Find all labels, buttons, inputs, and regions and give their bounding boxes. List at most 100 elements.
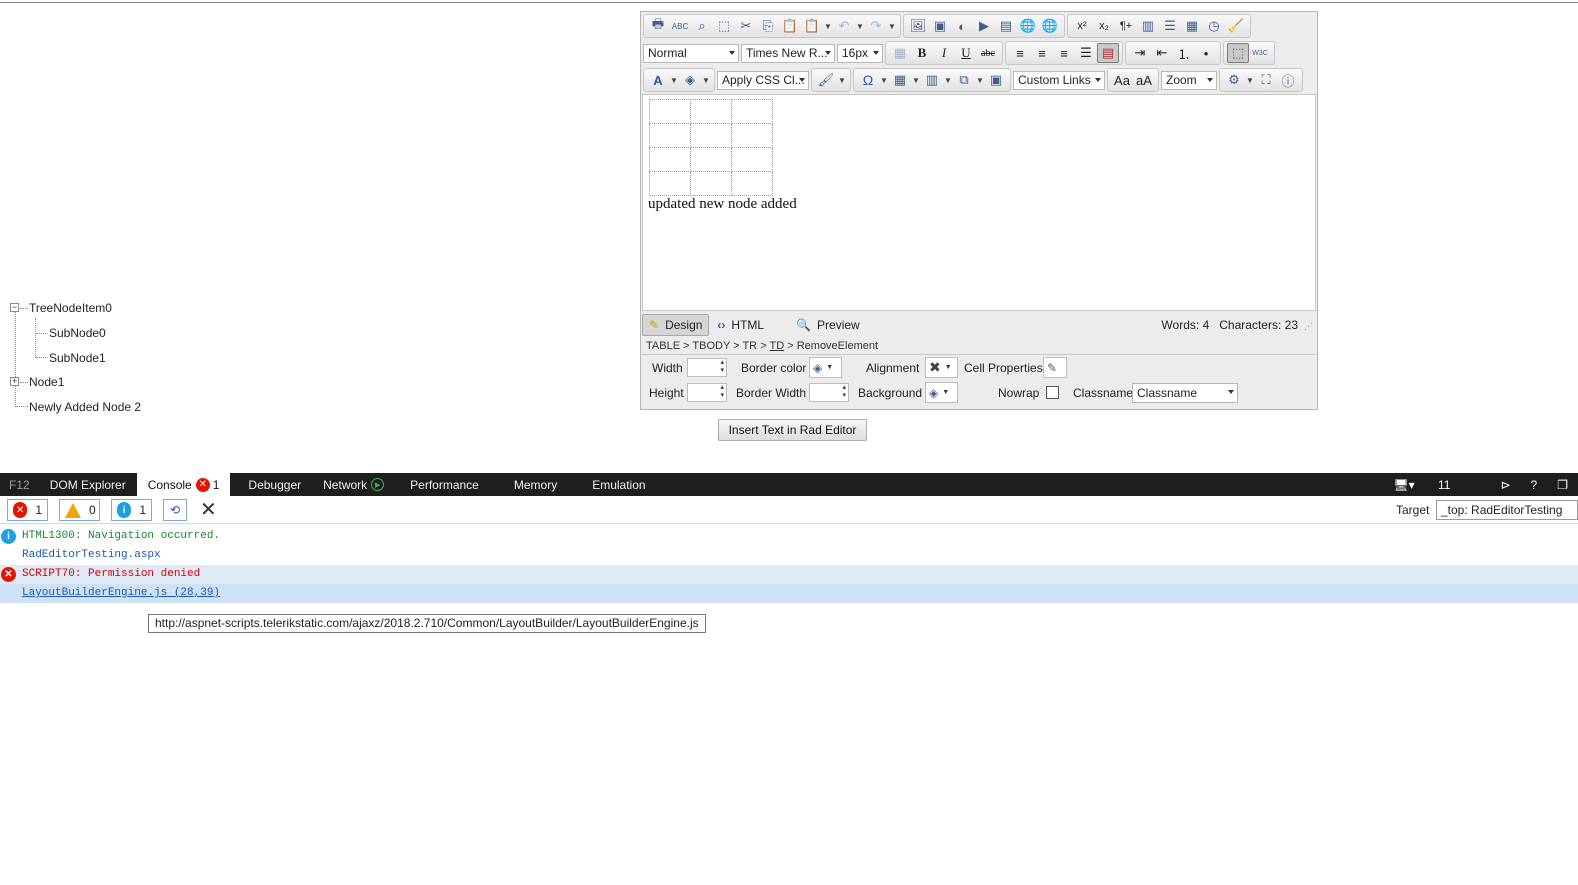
expand-toggle[interactable]: +	[10, 377, 19, 386]
clear-console-icon[interactable]: ✕	[200, 499, 217, 521]
convert-to-lower-icon[interactable]: Aa	[1111, 70, 1133, 90]
cell-properties-button[interactable]: ✎	[1043, 357, 1067, 378]
xhtml-validator-icon[interactable]: W3C	[1249, 43, 1271, 63]
table-cell[interactable]	[690, 123, 732, 148]
border-width-input[interactable]	[809, 383, 849, 402]
insert-table-icon[interactable]: ▦	[889, 70, 911, 90]
console-prompt-icon[interactable]: ⊳	[1490, 478, 1520, 492]
tab-memory[interactable]: Memory	[503, 473, 568, 496]
insert-snippet-icon[interactable]: ▥	[1137, 16, 1159, 36]
paste-options-icon[interactable]: 📋	[801, 16, 823, 36]
back-color-icon[interactable]: ◈	[679, 70, 701, 90]
paste-icon[interactable]: 📋	[779, 16, 801, 36]
cut-icon[interactable]: ✂	[735, 16, 757, 36]
apply-css-class-dropdown[interactable]: Apply CSS Cl...	[717, 70, 809, 90]
toggle-screen-mode-icon[interactable]: ⛶	[1255, 70, 1277, 90]
fore-color-icon[interactable]: A	[647, 70, 669, 90]
width-input[interactable]	[687, 358, 727, 377]
log-source-link[interactable]: RadEditorTesting.aspx	[22, 546, 161, 565]
format-brush-icon[interactable]: 🖌	[815, 70, 837, 90]
path-item-table[interactable]: TABLE	[646, 340, 680, 352]
content-text[interactable]: updated new node added	[648, 196, 797, 213]
strikethrough-icon[interactable]: abc	[977, 43, 999, 63]
table-cell[interactable]	[731, 171, 773, 196]
bullet-list-icon[interactable]: •	[1195, 43, 1217, 63]
numbered-list-icon[interactable]: ⒈	[1173, 43, 1195, 63]
help-icon[interactable]: ?	[1521, 478, 1548, 492]
tree-node-node1[interactable]: Node1	[29, 372, 64, 392]
justify-none-icon[interactable]: ▤	[1097, 43, 1119, 63]
toggle-table-border-icon[interactable]: ⬚	[1227, 43, 1249, 63]
table-cell[interactable]	[649, 99, 691, 124]
resize-grip-icon[interactable]: ⋰	[1304, 321, 1313, 332]
chevron-down-icon[interactable]: ▼	[911, 70, 921, 90]
remove-link-icon[interactable]: 🌐	[1039, 16, 1061, 36]
chevron-down-icon[interactable]: ▼	[669, 70, 679, 90]
hyperlink-icon[interactable]: 🌐	[1017, 16, 1039, 36]
chevron-down-icon[interactable]: ▼	[1245, 70, 1255, 90]
module-manager-icon[interactable]: ⚙	[1223, 70, 1245, 90]
editor-content-area[interactable]: updated new node added	[642, 94, 1316, 311]
document-manager-icon[interactable]: ▤	[995, 16, 1017, 36]
flash-manager-icon[interactable]: ◐	[951, 16, 973, 36]
real-font-size-icon[interactable]: ▦	[889, 43, 911, 63]
table-cell[interactable]	[690, 171, 732, 196]
font-name-dropdown[interactable]: Times New R...	[741, 43, 835, 63]
tab-dom-explorer[interactable]: DOM Explorer	[39, 473, 137, 496]
table-cell[interactable]	[731, 123, 773, 148]
chevron-down-icon[interactable]: ▼	[943, 70, 953, 90]
outdent-icon[interactable]: ⇤	[1151, 43, 1173, 63]
template-manager-icon[interactable]: ▣	[985, 70, 1007, 90]
chevron-down-icon[interactable]: ▼	[837, 70, 847, 90]
nowrap-checkbox[interactable]	[1046, 386, 1059, 399]
table-cell[interactable]	[649, 171, 691, 196]
tree-node-treenodeitem0[interactable]: TreeNodeItem0	[29, 298, 112, 318]
chevron-down-icon[interactable]: ▼	[823, 16, 833, 36]
copy-icon[interactable]: ⎘	[757, 16, 779, 36]
redo-icon[interactable]: ↷	[865, 16, 887, 36]
table-cell[interactable]	[731, 147, 773, 172]
custom-links-dropdown[interactable]: Custom Links	[1013, 70, 1105, 90]
table-layout-icon[interactable]: ▥	[921, 70, 943, 90]
format-stripper-icon[interactable]: 🧹	[1225, 16, 1247, 36]
border-color-picker[interactable]: ◈ ▼	[809, 357, 842, 378]
classname-dropdown[interactable]: Classname	[1132, 383, 1238, 403]
chevron-down-icon[interactable]: ▼	[701, 70, 711, 90]
media-manager-icon[interactable]: ▶	[973, 16, 995, 36]
tab-performance[interactable]: Performance	[399, 473, 490, 496]
font-size-dropdown[interactable]: 16px	[837, 43, 883, 63]
undo-icon[interactable]: ↶	[833, 16, 855, 36]
image-manager-icon[interactable]: 🖼	[907, 16, 929, 36]
insert-text-button[interactable]: Insert Text in Rad Editor	[718, 419, 867, 441]
underline-icon[interactable]: U	[955, 43, 977, 63]
convert-to-upper-icon[interactable]: aA	[1133, 70, 1155, 90]
horizontal-rule-icon[interactable]: ☰	[1159, 16, 1181, 36]
indent-icon[interactable]: ⇥	[1129, 43, 1151, 63]
subscript-icon[interactable]: x₂	[1093, 16, 1115, 36]
target-dropdown[interactable]: _top: RadEditorTesting	[1436, 500, 1578, 520]
table-cell[interactable]	[649, 123, 691, 148]
tab-emulation[interactable]: Emulation	[581, 473, 656, 496]
height-input[interactable]	[687, 383, 727, 402]
print-icon[interactable]: 🖶	[647, 16, 669, 36]
justify-icon[interactable]: ☰	[1075, 43, 1097, 63]
table-cell[interactable]	[690, 147, 732, 172]
tab-console[interactable]: Console ✕ 1	[136, 473, 231, 496]
alignment-picker[interactable]: ✖ ▼	[925, 357, 958, 378]
select-all-icon[interactable]: ⬚	[713, 16, 735, 36]
preview-mode-tab[interactable]: 🔍 Preview	[790, 314, 866, 336]
path-item-tr[interactable]: TR	[742, 340, 757, 352]
image-map-icon[interactable]: ▣	[929, 16, 951, 36]
table-cell[interactable]	[649, 147, 691, 172]
superscript-icon[interactable]: x²	[1071, 16, 1093, 36]
filter-info-button[interactable]: i 1	[111, 499, 152, 521]
insert-symbol-icon[interactable]: Ω	[857, 70, 879, 90]
bold-icon[interactable]: B	[911, 43, 933, 63]
filter-warnings-button[interactable]: 0	[59, 499, 100, 521]
path-item-tbody[interactable]: TBODY	[692, 340, 730, 352]
tab-network[interactable]: Network ▶	[312, 473, 395, 496]
spellcheck-icon[interactable]: ABC	[669, 16, 691, 36]
tab-debugger[interactable]: Debugger	[237, 473, 312, 496]
insert-custom-icon[interactable]: ⧉	[953, 70, 975, 90]
clear-on-navigate-button[interactable]: ⟲	[163, 499, 187, 521]
